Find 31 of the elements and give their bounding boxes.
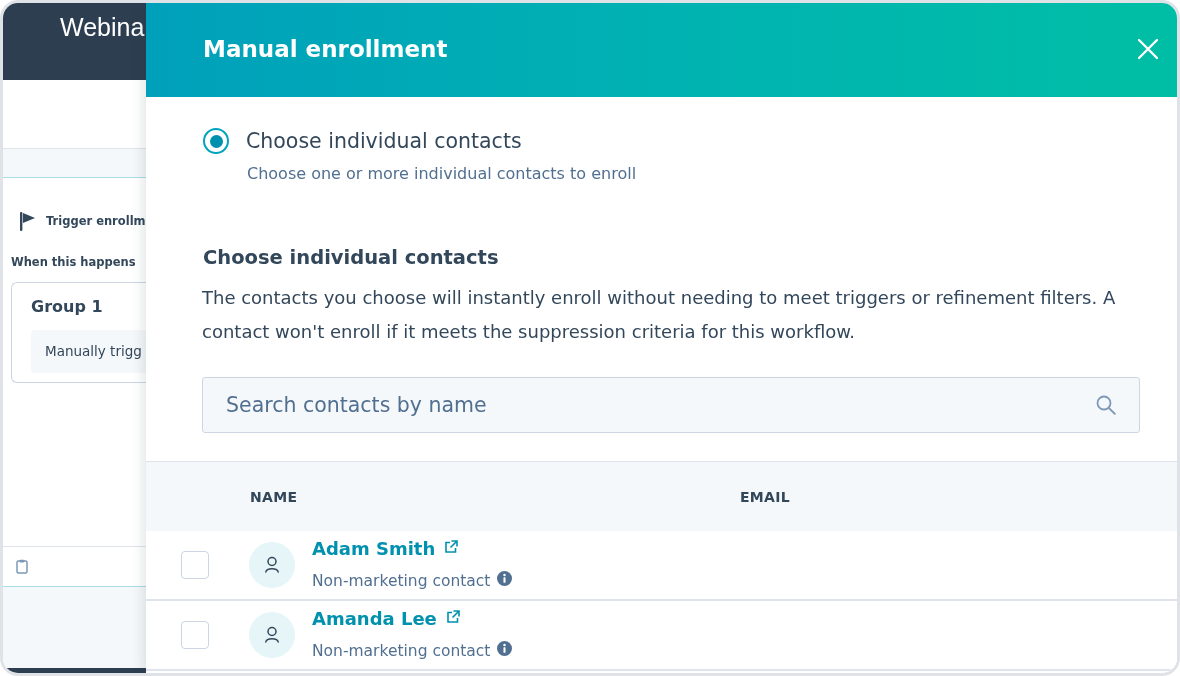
column-header: NAME [250, 488, 298, 505]
flag-icon [20, 211, 36, 231]
column-header: EMAIL [740, 488, 790, 505]
group-title: Group 1 [31, 296, 103, 318]
external-link-icon[interactable] [445, 609, 460, 624]
radio-button[interactable] [203, 128, 229, 154]
avatar-icon [249, 542, 295, 588]
trigger-chip[interactable]: Manually trigg [31, 330, 146, 373]
search-icon[interactable] [1096, 395, 1116, 415]
row-checkbox[interactable] [181, 621, 209, 649]
contact-name-link[interactable]: Adam Smith [312, 538, 436, 559]
option-label[interactable]: Choose individual contacts [246, 128, 522, 154]
clipboard-icon[interactable] [16, 559, 28, 574]
contact-name-link[interactable]: Amanda Lee [312, 608, 437, 629]
info-icon[interactable] [497, 641, 513, 656]
external-link-icon[interactable] [444, 539, 459, 554]
contact-type: Non-marketing contact [312, 571, 491, 590]
option-description: Choose one or more individual contacts to enroll [247, 164, 637, 184]
contact-type: Non-marketing contact [312, 641, 491, 660]
condition-label: When this happens [11, 254, 136, 270]
section-heading: Choose individual contacts [203, 245, 499, 271]
search-field[interactable]: Search contacts by name [202, 377, 1140, 433]
page-title: Webina [60, 13, 145, 41]
section-label: Trigger enrollm [46, 214, 146, 228]
close-icon [1138, 39, 1158, 59]
info-icon[interactable] [497, 571, 513, 586]
section-description: The contacts you choose will instantly enroll without needing to meet triggers or refinement filters. A contact won't enroll if it meets the suppression criteria for this workflow. [202, 286, 1117, 344]
row-checkbox[interactable] [181, 551, 209, 579]
dialog-title: Manual enrollment [203, 36, 448, 62]
avatar-icon [249, 612, 295, 658]
close-button[interactable] [1135, 36, 1161, 62]
